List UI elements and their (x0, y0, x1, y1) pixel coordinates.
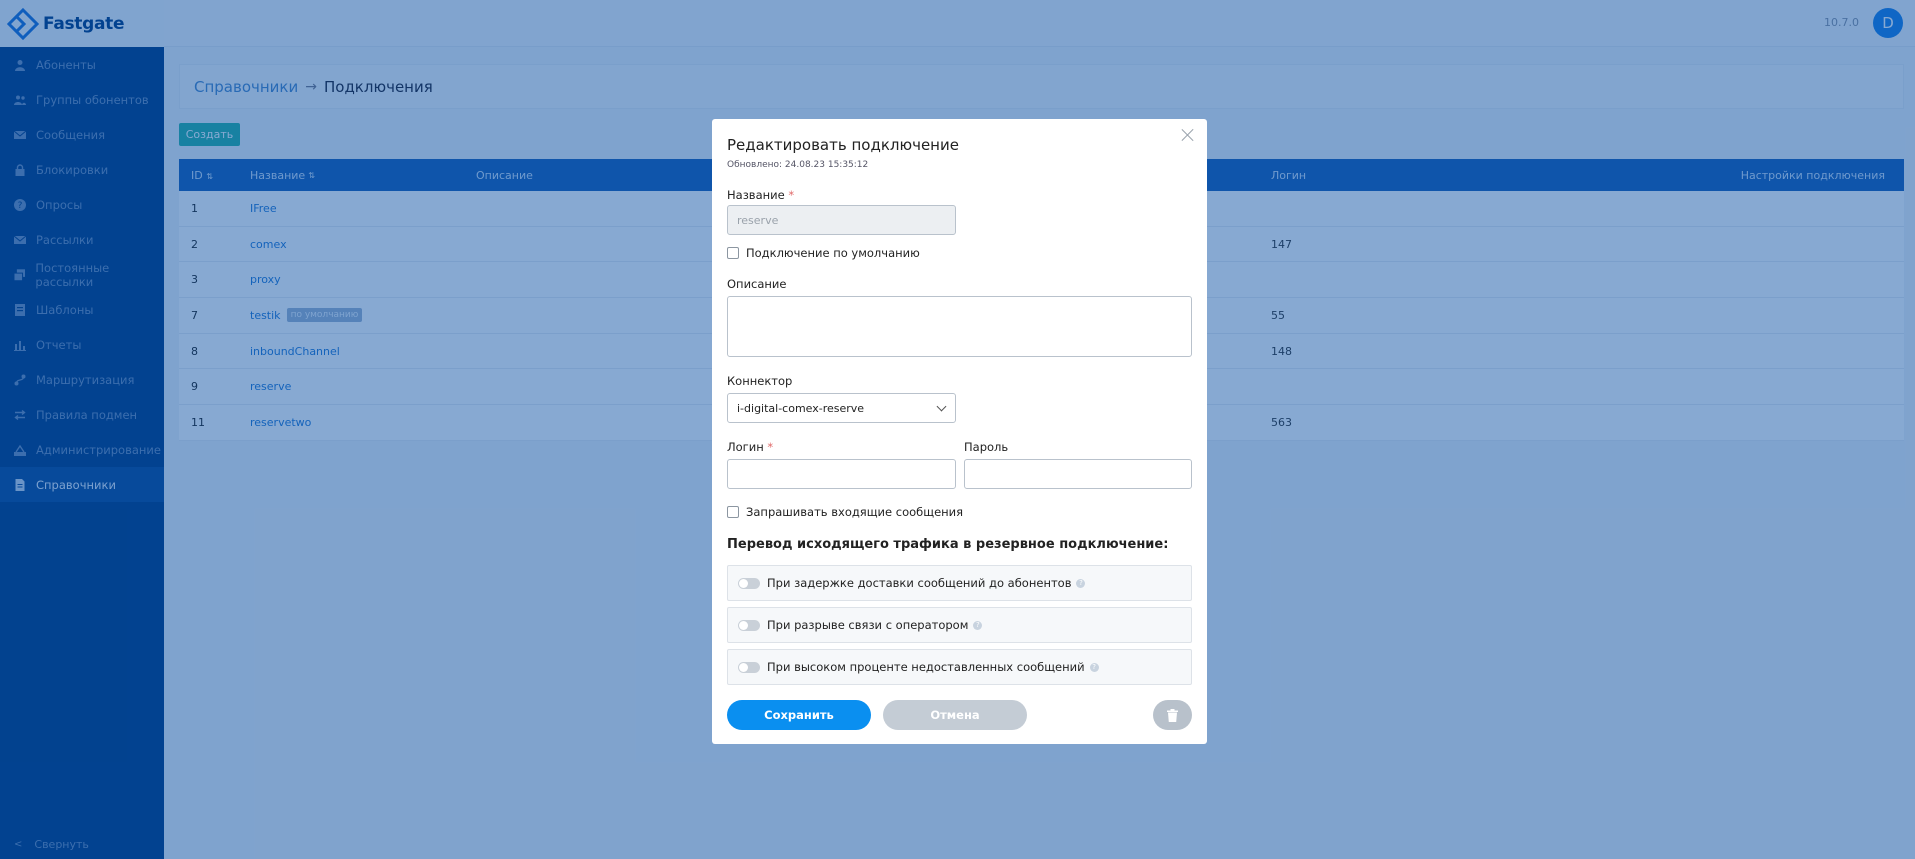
description-textarea[interactable] (727, 296, 1192, 357)
login-label: Логин * (727, 440, 774, 454)
toggle-operator-disconnect: При разрыве связи с оператором ? (727, 607, 1192, 643)
delete-button[interactable] (1153, 700, 1192, 730)
connector-selected-value: i-digital-comex-reserve (737, 401, 865, 415)
toggle-delivery-delay: При задержке доставки сообщений до абоне… (727, 565, 1192, 601)
modal-title: Редактировать подключение (727, 136, 959, 154)
edit-connection-modal: Редактировать подключение Обновлено: 24.… (712, 119, 1207, 744)
connector-select[interactable]: i-digital-comex-reserve (727, 393, 956, 423)
help-icon[interactable]: ? (1076, 578, 1086, 588)
login-input[interactable] (727, 459, 956, 489)
name-label: Название * (727, 188, 795, 202)
help-icon[interactable]: ? (1089, 662, 1099, 672)
close-icon[interactable] (1179, 126, 1197, 144)
delivery-delay-toggle[interactable] (738, 577, 760, 589)
connector-label: Коннектор (727, 374, 793, 388)
backup-section-title: Перевод исходящего трафика в резервное п… (727, 537, 1169, 552)
trash-icon (1167, 709, 1178, 722)
password-input[interactable] (964, 459, 1192, 489)
request-incoming-label: Запрашивать входящие сообщения (746, 505, 964, 519)
description-label: Описание (727, 277, 787, 291)
undelivered-percent-toggle[interactable] (738, 661, 760, 673)
request-incoming-checkbox[interactable] (727, 506, 739, 518)
operator-disconnect-toggle[interactable] (738, 619, 760, 631)
chevron-down-icon (936, 401, 947, 412)
help-icon[interactable]: ? (973, 620, 983, 630)
toggle-undelivered-percent: При высоком проценте недоставленных сооб… (727, 649, 1192, 685)
default-connection-label: Подключение по умолчанию (746, 246, 920, 260)
name-input[interactable] (727, 205, 956, 235)
cancel-button[interactable]: Отмена (883, 700, 1027, 730)
updated-timestamp: Обновлено: 24.08.23 15:35:12 (727, 160, 869, 170)
default-connection-checkbox[interactable] (727, 247, 739, 259)
password-label: Пароль (964, 440, 1009, 454)
save-button[interactable]: Сохранить (727, 700, 871, 730)
